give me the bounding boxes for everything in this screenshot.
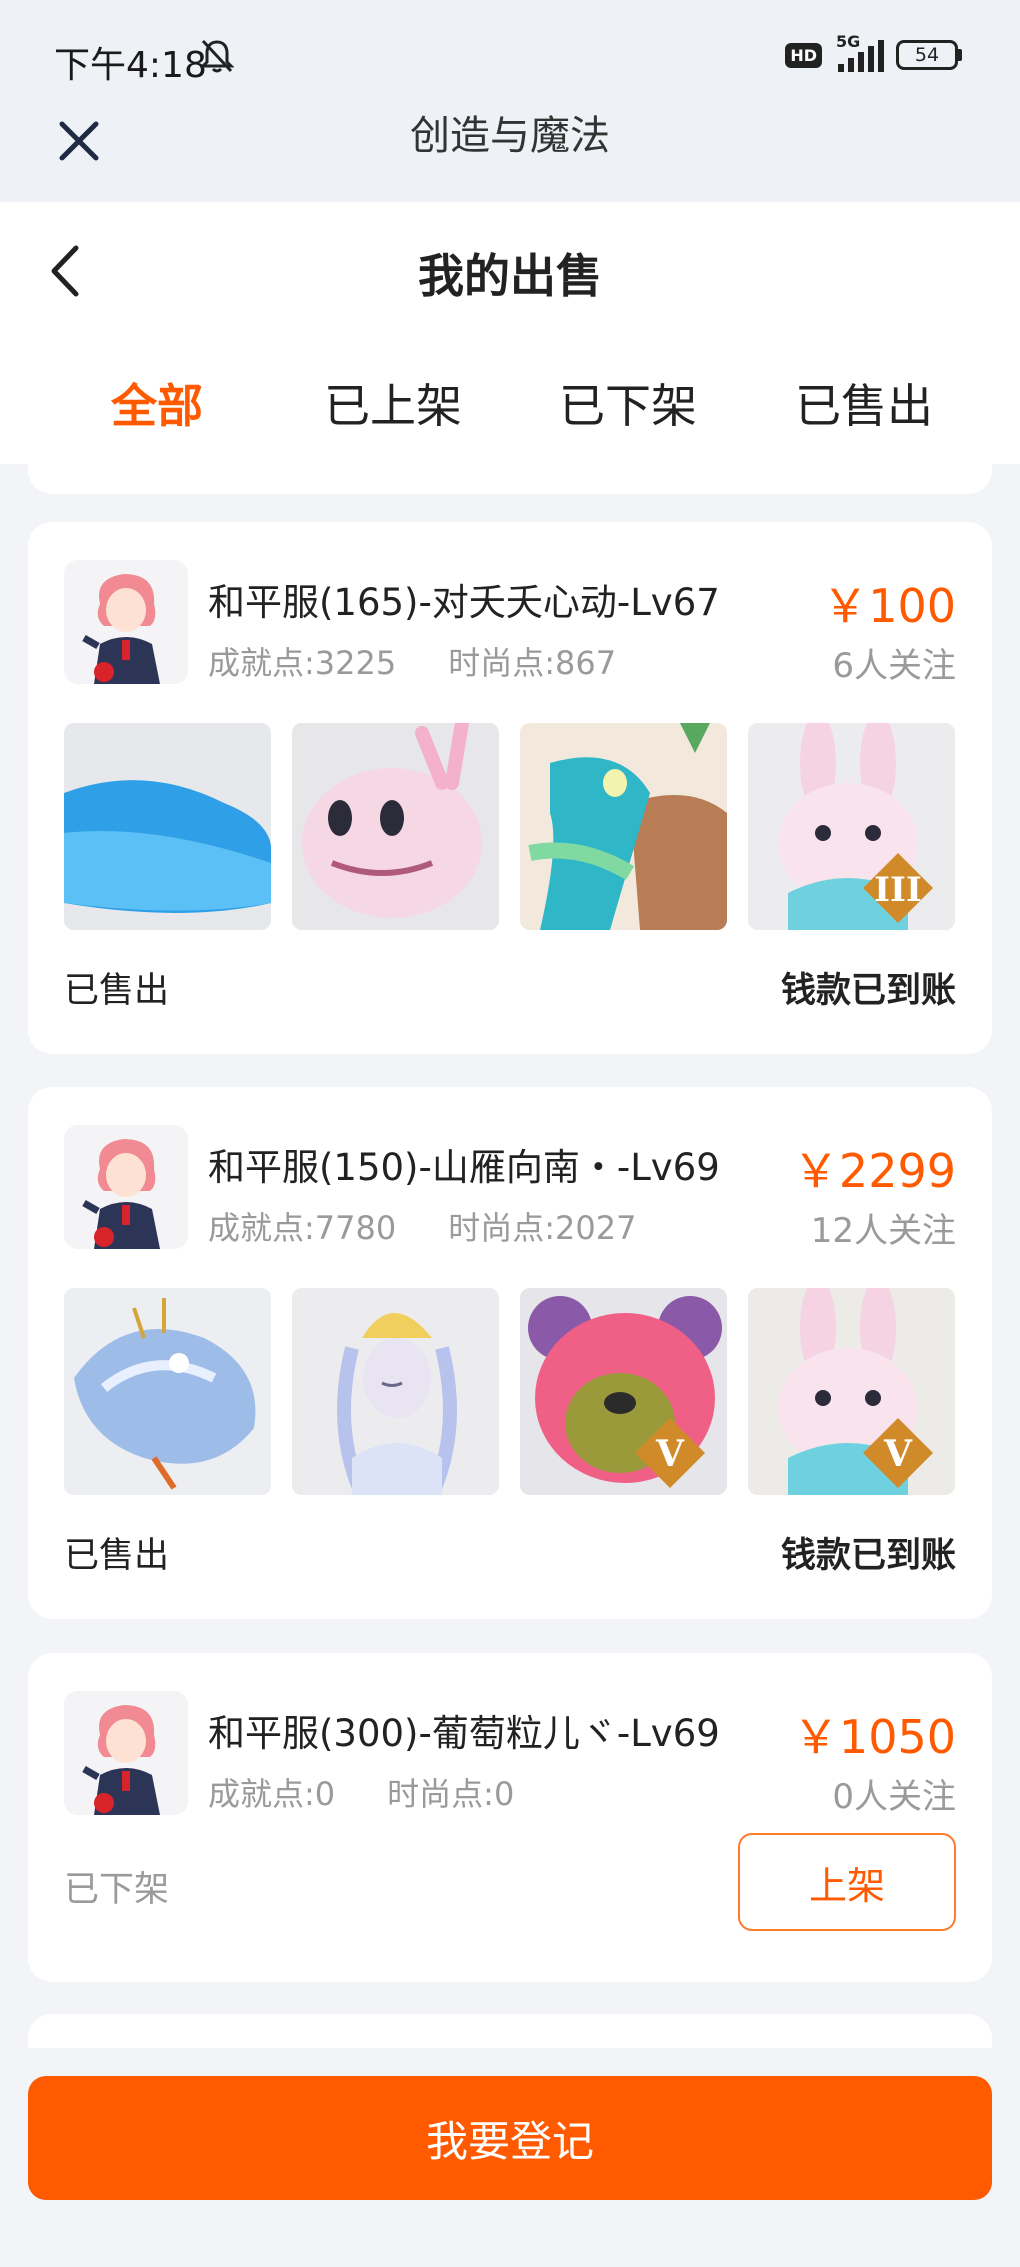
listing-status: 已下架 bbox=[64, 1870, 170, 1910]
network-type: 5G bbox=[836, 32, 861, 51]
achievement-points: 成就点:3225 bbox=[208, 644, 397, 682]
tab-delisted[interactable]: 已下架 bbox=[528, 370, 728, 436]
listing-stats: 成就点:7780 时尚点:2027 bbox=[208, 1203, 636, 1249]
tab-listed[interactable]: 已上架 bbox=[293, 370, 493, 436]
item-thumbnails: V V bbox=[64, 1288, 955, 1495]
fashion-points: 时尚点:867 bbox=[448, 644, 617, 682]
page-title: 我的出售 bbox=[418, 249, 602, 303]
listing-title: 和平服(300)-葡萄粒儿ヾ-Lv69 bbox=[208, 1712, 720, 1755]
pink-axolotl-thumbnail[interactable] bbox=[292, 723, 499, 930]
payout-status: 钱款已到账 bbox=[780, 1536, 956, 1576]
register-button[interactable]: 我要登记 bbox=[28, 2076, 992, 2200]
svg-text:III: III bbox=[874, 870, 922, 910]
character-avatar bbox=[64, 1691, 188, 1815]
listing-status: 已售出 bbox=[64, 971, 170, 1011]
footer: 我要登记 bbox=[0, 2048, 1020, 2267]
item-thumbnails: III bbox=[64, 723, 955, 930]
svg-text:V: V bbox=[655, 1433, 685, 1475]
listing-stats: 成就点:0 时尚点:0 bbox=[208, 1769, 514, 1815]
pink-bear-pet-tier-v-thumbnail[interactable]: V bbox=[520, 1288, 727, 1495]
fairy-outfit-thumbnail[interactable] bbox=[292, 1288, 499, 1495]
battery-icon: 54 bbox=[896, 40, 962, 70]
app-bar: 创造与魔法 bbox=[0, 113, 1020, 202]
hd-badge: HD bbox=[785, 42, 822, 68]
signal-icon: 5G bbox=[834, 32, 884, 72]
turtle-dragon-thumbnail[interactable] bbox=[520, 723, 727, 930]
battery-level: 54 bbox=[896, 40, 958, 70]
follower-count: 12人关注 bbox=[810, 1211, 956, 1251]
listing-card[interactable]: 和平服(165)-对夭夭心动-Lv67 成就点:3225 时尚点:867 ￥100… bbox=[28, 522, 992, 1054]
listing-stats: 成就点:3225 时尚点:867 bbox=[208, 638, 616, 684]
listing-price: ￥100 bbox=[822, 579, 956, 633]
listing-card[interactable]: 和平服(300)-葡萄粒儿ヾ-Lv69 成就点:0 时尚点:0 ￥1050 0人关… bbox=[28, 1653, 992, 1982]
payout-status: 钱款已到账 bbox=[780, 971, 956, 1011]
relist-button[interactable]: 上架 bbox=[738, 1833, 956, 1931]
listing-title: 和平服(165)-对夭夭心动-Lv67 bbox=[208, 581, 720, 624]
tab-sold[interactable]: 已售出 bbox=[764, 370, 964, 436]
listing-card-partial bbox=[28, 464, 992, 494]
listing-status: 已售出 bbox=[64, 1536, 170, 1576]
svg-text:V: V bbox=[883, 1433, 913, 1475]
character-avatar bbox=[64, 1125, 188, 1249]
listing-title: 和平服(150)-山雁向南・-Lv69 bbox=[208, 1146, 720, 1189]
achievement-points: 成就点:0 bbox=[208, 1775, 336, 1813]
filter-tabs: 全部 已上架 已下架 已售出 bbox=[0, 370, 1020, 450]
status-bar: 下午4:18 HD 5G 54 bbox=[0, 0, 1020, 118]
bunny-pet-tier-iii-thumbnail[interactable]: III bbox=[748, 723, 955, 930]
listing-card[interactable]: 和平服(150)-山雁向南・-Lv69 成就点:7780 时尚点:2027 ￥22… bbox=[28, 1087, 992, 1619]
listing-price: ￥1050 bbox=[792, 1710, 956, 1764]
bunny-pet-tier-v-thumbnail[interactable]: V bbox=[748, 1288, 955, 1495]
character-avatar bbox=[64, 560, 188, 684]
fashion-points: 时尚点:2027 bbox=[448, 1209, 637, 1247]
app-title: 创造与魔法 bbox=[410, 113, 610, 159]
follower-count: 0人关注 bbox=[832, 1777, 956, 1817]
page-header: 我的出售 全部 已上架 已下架 已售出 bbox=[0, 202, 1020, 464]
ice-dragon-thumbnail[interactable] bbox=[64, 1288, 271, 1495]
follower-count: 6人关注 bbox=[832, 646, 956, 686]
bell-muted-icon bbox=[200, 39, 234, 73]
fashion-points: 时尚点:0 bbox=[387, 1775, 515, 1813]
achievement-points: 成就点:7780 bbox=[208, 1209, 397, 1247]
listing-list[interactable]: 和平服(165)-对夭夭心动-Lv67 成就点:3225 时尚点:867 ￥100… bbox=[0, 464, 1020, 2048]
blue-whale-mount-thumbnail[interactable] bbox=[64, 723, 271, 930]
status-time: 下午4:18 bbox=[54, 45, 207, 86]
listing-price: ￥2299 bbox=[792, 1144, 956, 1198]
tab-all[interactable]: 全部 bbox=[57, 370, 257, 436]
listing-card-partial bbox=[28, 2014, 992, 2048]
